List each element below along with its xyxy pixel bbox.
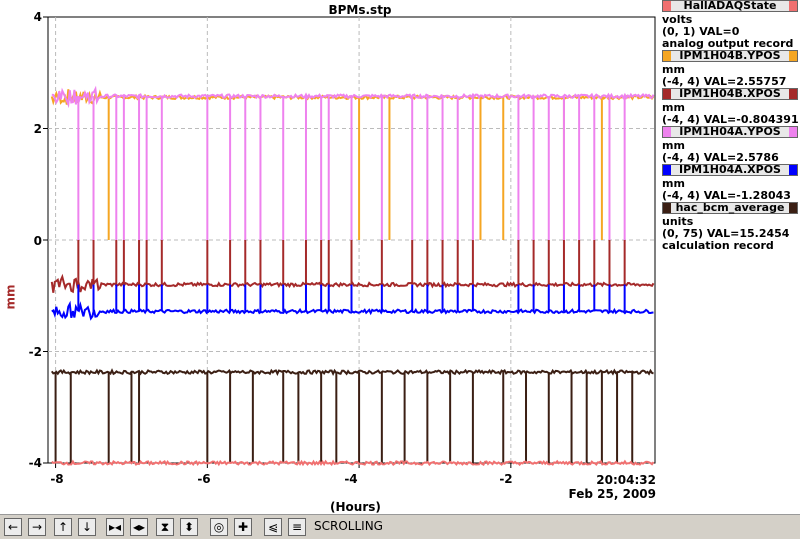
autoscale-icon[interactable]: ⩿ [264,518,282,536]
y-tick-label: 4 [33,10,42,24]
time-clock: 20:04:32 [596,473,656,487]
legend-entry[interactable]: IPM1H04B.YPOS mm (-4, 4) VAL=2.55757 [662,50,800,88]
x-tick-label: -2 [499,472,513,486]
y-tick-label: 0 [33,234,42,248]
scrolling-status: SCROLLING [314,519,383,533]
chart-title: BPMs.stp [328,3,392,17]
legend-swatch[interactable]: HallADAQState [662,0,798,12]
y-tick-label: -2 [28,345,42,359]
legend-extra: calculation record [662,239,774,252]
legend-swatch[interactable]: IPM1H04B.YPOS [662,50,798,62]
scroll-icon[interactable]: ≡ [288,518,306,536]
up-arrow-icon[interactable]: ↑ [54,518,72,536]
y-tick-label: 2 [33,122,42,136]
zoom-in-vertical-icon[interactable]: ⧗ [156,518,174,536]
right-arrow-icon[interactable]: → [28,518,46,536]
legend-entry[interactable]: IPM1H04A.YPOS mm (-4, 4) VAL=2.5786 [662,126,800,164]
series-line [50,368,654,377]
time-date: Feb 25, 2009 [568,487,656,501]
legend-name: IPM1H04B.XPOS [671,88,789,99]
toolbar: ← → ↑ ↓ ▸◂ ◂▸ ⧗ ⬍ ◎ ✚ ⩿ ≡ SCROLLING [0,514,800,539]
legend-entry[interactable]: IPM1H04B.XPOS mm (-4, 4) VAL=-0.804391 [662,88,800,126]
x-tick-label: -8 [50,472,64,486]
legend-entry[interactable]: hac_bcm_average units (0, 75) VAL=15.245… [662,202,800,252]
down-arrow-icon[interactable]: ↓ [78,518,96,536]
legend-name: IPM1H04B.YPOS [671,50,789,61]
legend-swatch[interactable]: IPM1H04B.XPOS [662,88,798,100]
zoom-out-vertical-icon[interactable]: ⬍ [180,518,198,536]
legend-name: IPM1H04A.YPOS [671,126,789,137]
y-tick-label: -4 [28,456,42,470]
x-axis-label: (Hours) [330,500,381,514]
current-time-label: 20:04:32 Feb 25, 2009 [560,473,656,501]
legend-entry[interactable]: IPM1H04A.XPOS mm (-4, 4) VAL=-1.28043 [662,164,800,202]
legend-entry[interactable]: HallADAQState volts (0, 1) VAL=0 analog … [662,0,800,50]
add-icon[interactable]: ✚ [234,518,252,536]
legend: HallADAQState volts (0, 1) VAL=0 analog … [662,0,800,252]
x-tick-label: -4 [344,472,358,486]
legend-swatch[interactable]: IPM1H04A.XPOS [662,164,798,176]
legend-name: IPM1H04A.XPOS [671,164,789,175]
legend-name: hac_bcm_average [671,202,789,213]
x-tick-label: -6 [197,472,211,486]
zoom-out-horizontal-icon[interactable]: ◂▸ [130,518,148,536]
left-arrow-icon[interactable]: ← [4,518,22,536]
y-axis-label: mm [3,284,18,310]
stop-icon[interactable]: ◎ [210,518,228,536]
legend-name: HallADAQState [671,0,789,11]
legend-swatch[interactable]: hac_bcm_average [662,202,798,214]
legend-swatch[interactable]: IPM1H04A.YPOS [662,126,798,138]
zoom-in-horizontal-icon[interactable]: ▸◂ [106,518,124,536]
